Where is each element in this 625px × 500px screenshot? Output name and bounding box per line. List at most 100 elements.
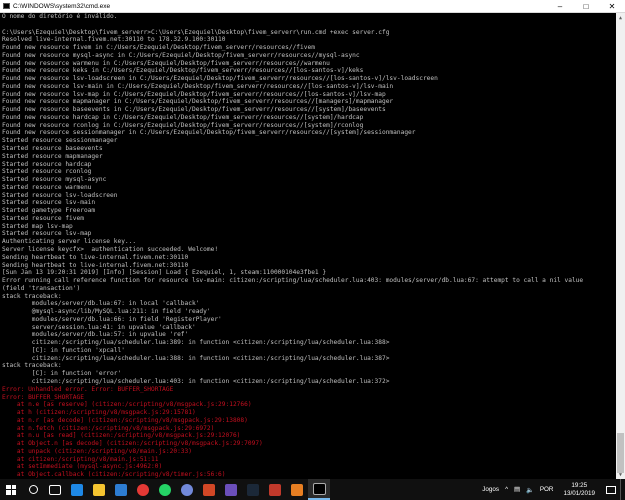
system-tray: Jogos ^ ▤ 🔈 POR 19:25 13/01/2019 <box>479 479 625 500</box>
console-line: [C]: in function 'error' <box>2 370 122 378</box>
windows-logo-icon <box>6 484 16 495</box>
console-line: Started resource hardcap <box>2 160 92 168</box>
console-line: stack traceback: <box>2 362 62 370</box>
console-line: [Sun Jan 13 19:20:31 2019] [Info] [Sessi… <box>2 269 327 277</box>
taskbar-store[interactable] <box>110 479 132 500</box>
console-line: Found new resource sessionmanager in C:/… <box>2 129 416 137</box>
taskbar-edge[interactable] <box>66 479 88 500</box>
taskbar-steam[interactable] <box>242 479 264 500</box>
console-line: (field 'transaction') <box>2 284 81 292</box>
console-line: Found new resource hardcap in C:/Users/E… <box>2 113 364 121</box>
whatsapp-icon <box>159 483 171 496</box>
console-line: at h (citizen:/scripting/v8/msgpack.js:2… <box>2 409 196 417</box>
console-line: Error: BUFFER_SHORTAGE <box>2 393 84 401</box>
console-line: server/session.lua:41: in upvalue 'callb… <box>2 323 196 331</box>
scroll-up-icon[interactable]: ▲ <box>616 13 625 22</box>
console-line: Found new resource fivem in C:/Users/Eze… <box>2 44 315 52</box>
scrollbar-thumb[interactable] <box>617 433 624 473</box>
console-line: Started resource lsv-loadscreen <box>2 191 118 199</box>
start-button[interactable] <box>0 479 22 500</box>
console-line: Found new resource mysql-async in C:/Use… <box>2 51 360 59</box>
discord-icon <box>181 483 193 496</box>
taskbar-cmd[interactable] <box>308 479 330 500</box>
taskbar-app-4[interactable] <box>286 479 308 500</box>
console-line: Found new resource lsv-map in C:/Users/E… <box>2 90 386 98</box>
console-line: Error: Unhandled error. Error: BUFFER_SH… <box>2 385 174 393</box>
console-line: modules/server/db.lua:57: in upvalue 're… <box>2 331 189 339</box>
console-line: Sending heartbeat to live-internal.fivem… <box>2 253 189 261</box>
console-line: Started map lsv-map <box>2 222 73 230</box>
console-line: at unpack (citizen:/scripting/v8/main.js… <box>2 447 192 455</box>
console-line: Started gametype Freeroam <box>2 207 96 215</box>
tray-overflow-chevron-icon[interactable]: ^ <box>505 486 508 493</box>
console-line: at citizen:/scripting/v8/main.js:51:11 <box>2 455 159 463</box>
app-icon <box>203 483 215 496</box>
taskbar: Jogos ^ ▤ 🔈 POR 19:25 13/01/2019 <box>0 479 625 500</box>
console-line: at setImmediate (mysql-async.js:4962:0) <box>2 463 163 471</box>
search-button[interactable] <box>22 479 44 500</box>
clock[interactable]: 19:25 13/01/2019 <box>560 482 598 497</box>
tray-lang[interactable]: POR <box>540 486 554 493</box>
volume-icon[interactable]: 🔈 <box>526 486 534 494</box>
steam-icon <box>247 483 259 496</box>
minimize-button[interactable]: – <box>547 0 573 12</box>
taskbar-discord[interactable] <box>176 479 198 500</box>
console-line: modules/server/db.lua:66: in field 'Regi… <box>2 315 222 323</box>
console-line: [C]: in function 'xpcall' <box>2 346 125 354</box>
network-icon[interactable]: ▤ <box>514 486 520 493</box>
console-line: Started resource warmenu <box>2 183 92 191</box>
console-line: Started resource lsv-main <box>2 199 96 207</box>
taskbar-explorer[interactable] <box>88 479 110 500</box>
console-line: Found new resource rconlog in C:/Users/E… <box>2 121 364 129</box>
console-line: at n.r [as decode] (citizen:/scripting/v… <box>2 416 248 424</box>
clock-time: 19:25 <box>571 482 588 489</box>
console-line: Sending heartbeat to live-internal.fivem… <box>2 261 189 269</box>
search-icon <box>28 485 38 494</box>
console-line: Started resource lsv-map <box>2 230 92 238</box>
console-line: at n.fetch (citizen:/scripting/v8/msgpac… <box>2 424 215 432</box>
console-line: Found new resource keks in C:/Users/Ezeq… <box>2 67 364 75</box>
console-line: at n.u [as read] (citizen:/scripting/v8/… <box>2 432 241 440</box>
taskbar-app-3[interactable] <box>264 479 286 500</box>
app-icon <box>269 483 281 496</box>
maximize-button[interactable]: □ <box>573 0 599 12</box>
console-line: Started resource rconlog <box>2 168 92 176</box>
scrollbar[interactable]: ▲ ▼ <box>616 13 625 479</box>
console-line: at Object.n [as decode] (citizen:/script… <box>2 440 263 448</box>
clock-date: 13/01/2019 <box>563 489 595 497</box>
console-line: at n.e [as reserve] (citizen:/scripting/… <box>2 401 252 409</box>
console-line: Started resource fivem <box>2 214 84 222</box>
console-line: citizen:/scripting/lua/scheduler.lua:403… <box>2 377 390 385</box>
console-line: Found new resource lsv-loadscreen in C:/… <box>2 75 438 83</box>
notification-icon[interactable] <box>606 485 616 494</box>
app-icon <box>291 483 303 496</box>
tray-games-label[interactable]: Jogos <box>482 486 499 493</box>
taskbar-chrome[interactable] <box>132 479 154 500</box>
taskbar-whatsapp[interactable] <box>154 479 176 500</box>
taskbar-app-1[interactable] <box>198 479 220 500</box>
chrome-icon <box>137 483 149 496</box>
console-line: citizen:/scripting/lua/scheduler.lua:388… <box>2 354 390 362</box>
close-button[interactable]: ✕ <box>599 0 625 12</box>
window-title: C:\WINDOWS\system32\cmd.exe <box>13 2 111 10</box>
window-titlebar[interactable]: C:\WINDOWS\system32\cmd.exe – □ ✕ <box>0 0 625 13</box>
show-desktop-button[interactable] <box>620 479 625 500</box>
console-line: Resolved live-internal.fivem.net:30110 t… <box>2 36 226 44</box>
console-line: Found new resource mapmanager in C:/User… <box>2 98 394 106</box>
taskbar-app-2[interactable] <box>220 479 242 500</box>
cmd-window-icon <box>3 3 10 9</box>
console-line: @mysql-async/lib/MySQL.lua:211: in field… <box>2 308 211 316</box>
console-line: stack traceback: <box>2 292 62 300</box>
task-view-button[interactable] <box>44 479 66 500</box>
folder-icon <box>93 483 105 496</box>
console-line: Started resource baseevents <box>2 145 103 153</box>
console-line: C:\Users\Ezequiel\Desktop\fivem_serverr>… <box>2 28 390 36</box>
scroll-down-icon[interactable]: ▼ <box>616 470 625 479</box>
console-line: Server license keycfx> authentication su… <box>2 245 219 253</box>
console-output[interactable]: O nome do diretório é inválido. C:\Users\… <box>0 13 616 479</box>
console-line: Started resource mapmanager <box>2 152 103 160</box>
console-line: modules/server/db.lua:67: in local 'call… <box>2 300 200 308</box>
console-line: citizen:/scripting/lua/scheduler.lua:389… <box>2 339 390 347</box>
console-line: O nome do diretório é inválido. <box>2 13 118 20</box>
